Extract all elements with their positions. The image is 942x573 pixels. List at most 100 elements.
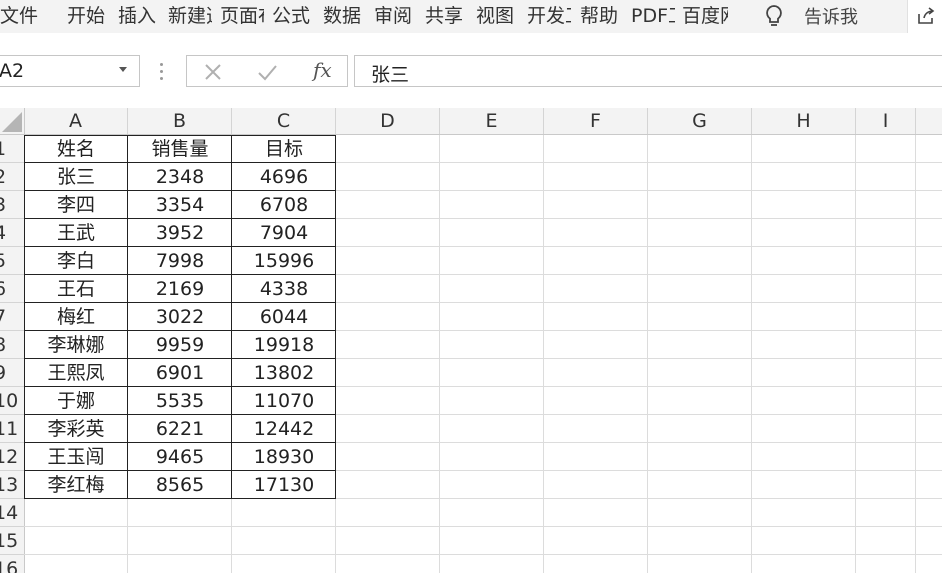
table-header-cell[interactable]: 姓名: [24, 135, 128, 163]
table-cell[interactable]: 17130: [232, 471, 336, 499]
table-cell[interactable]: 6901: [128, 359, 232, 387]
table-cell[interactable]: 3354: [128, 191, 232, 219]
column-header-h[interactable]: H: [752, 108, 856, 134]
column-header-a[interactable]: A: [24, 108, 128, 134]
row-header[interactable]: 10: [0, 387, 24, 415]
table-cell[interactable]: 李白: [24, 247, 128, 275]
share-icon: [918, 7, 935, 24]
table-cell[interactable]: 18930: [232, 443, 336, 471]
name-box[interactable]: A2: [0, 55, 140, 87]
formula-input-value: 张三: [371, 64, 410, 86]
ribbon-tab[interactable]: 开始: [67, 4, 111, 28]
row-header[interactable]: 2: [0, 163, 24, 191]
ribbon-tab[interactable]: 插入: [118, 4, 160, 28]
table-cell[interactable]: 2348: [128, 163, 232, 191]
cancel-icon[interactable]: [199, 59, 227, 85]
gridline: [439, 135, 440, 573]
table-header-cell[interactable]: 销售量: [128, 135, 232, 163]
table-cell[interactable]: 15996: [232, 247, 336, 275]
row-header[interactable]: 13: [0, 471, 24, 499]
table-cell[interactable]: 7998: [128, 247, 232, 275]
table-cell[interactable]: 王熙凤: [24, 359, 128, 387]
ribbon-tab[interactable]: 审阅: [374, 4, 418, 28]
row-header[interactable]: 14: [0, 499, 24, 527]
ribbon-tab[interactable]: 开发工: [527, 4, 571, 28]
table-cell[interactable]: 3952: [128, 219, 232, 247]
ribbon-tab[interactable]: 页面布: [220, 4, 264, 28]
table-cell[interactable]: 12442: [232, 415, 336, 443]
gridline: [24, 526, 942, 527]
table-cell[interactable]: 7904: [232, 219, 336, 247]
share-button[interactable]: [907, 0, 942, 33]
table-cell[interactable]: 5535: [128, 387, 232, 415]
row-header-bar: 12345678910111213141516: [0, 135, 25, 573]
formula-bar-splitter[interactable]: [160, 63, 164, 81]
table-cell[interactable]: 王石: [24, 275, 128, 303]
table-cell[interactable]: 9465: [128, 443, 232, 471]
column-header-e[interactable]: E: [440, 108, 544, 134]
table-cell[interactable]: 李四: [24, 191, 128, 219]
table-header-cell[interactable]: 目标: [232, 135, 336, 163]
ribbon-tab[interactable]: 百度网: [682, 4, 728, 28]
insert-function-button[interactable]: fx: [313, 58, 332, 82]
table-cell[interactable]: 2169: [128, 275, 232, 303]
table-cell[interactable]: 6221: [128, 415, 232, 443]
table-cell[interactable]: 13802: [232, 359, 336, 387]
select-all-button[interactable]: [0, 108, 25, 134]
table-cell[interactable]: 张三: [24, 163, 128, 191]
ribbon-tab[interactable]: PDF工: [631, 4, 675, 28]
row-header[interactable]: 11: [0, 415, 24, 443]
worksheet-grid: ABCDEFGHI 12345678910111213141516 姓名销售量目…: [0, 108, 942, 573]
table-cell[interactable]: 李琳娜: [24, 331, 128, 359]
table-cell[interactable]: 于娜: [24, 387, 128, 415]
enter-check-icon[interactable]: [253, 59, 281, 85]
table-cell[interactable]: 梅红: [24, 303, 128, 331]
table-cell[interactable]: 6708: [232, 191, 336, 219]
gridline: [647, 135, 648, 573]
tell-me-box[interactable]: 告诉我: [760, 2, 858, 30]
table-cell[interactable]: 19918: [232, 331, 336, 359]
table-cell[interactable]: 3022: [128, 303, 232, 331]
row-header[interactable]: 12: [0, 443, 24, 471]
column-header-c[interactable]: C: [232, 108, 336, 134]
table-cell[interactable]: 9959: [128, 331, 232, 359]
column-header-d[interactable]: D: [336, 108, 440, 134]
table-cell[interactable]: 李彩英: [24, 415, 128, 443]
row-header[interactable]: 15: [0, 527, 24, 555]
table-cell[interactable]: 4338: [232, 275, 336, 303]
ribbon-tab[interactable]: 帮助: [580, 4, 624, 28]
row-header[interactable]: 16: [0, 555, 24, 573]
table-cell[interactable]: 李红梅: [24, 471, 128, 499]
cell-area[interactable]: 姓名 销售量 目标张三 2348 4696 李四 3354 6708 王武 3952 7904 李白 7…: [24, 135, 942, 573]
row-header[interactable]: 6: [0, 275, 24, 303]
row-header[interactable]: 3: [0, 191, 24, 219]
ribbon-tab[interactable]: 公式: [272, 4, 316, 28]
chevron-down-icon[interactable]: [119, 67, 127, 72]
ribbon-tab[interactable]: 文件: [0, 4, 46, 28]
gridline: [855, 135, 856, 573]
table-cell[interactable]: 6044: [232, 303, 336, 331]
table-cell[interactable]: 4696: [232, 163, 336, 191]
formula-input[interactable]: 张三: [354, 55, 942, 87]
table-cell[interactable]: 王玉闯: [24, 443, 128, 471]
ribbon-tab[interactable]: 数据: [323, 4, 367, 28]
row-header[interactable]: 9: [0, 359, 24, 387]
ribbon-tab[interactable]: 视图: [476, 4, 520, 28]
column-header-b[interactable]: B: [128, 108, 232, 134]
row-header[interactable]: 8: [0, 331, 24, 359]
table-cell[interactable]: 8565: [128, 471, 232, 499]
gridline: [543, 135, 544, 573]
row-header[interactable]: 5: [0, 247, 24, 275]
ribbon-tab[interactable]: 新建选: [168, 4, 212, 28]
row-header[interactable]: 7: [0, 303, 24, 331]
ribbon-tab[interactable]: 共享: [425, 4, 469, 28]
row-header[interactable]: 1: [0, 135, 24, 163]
formula-bar: A2 fx 张三: [0, 33, 942, 105]
column-header-g[interactable]: G: [648, 108, 752, 134]
table-cell[interactable]: 王武: [24, 219, 128, 247]
column-header-i[interactable]: I: [856, 108, 916, 134]
row-header[interactable]: 4: [0, 219, 24, 247]
column-header-f[interactable]: F: [544, 108, 648, 134]
table-cell[interactable]: 11070: [232, 387, 336, 415]
name-box-value: A2: [0, 60, 25, 82]
